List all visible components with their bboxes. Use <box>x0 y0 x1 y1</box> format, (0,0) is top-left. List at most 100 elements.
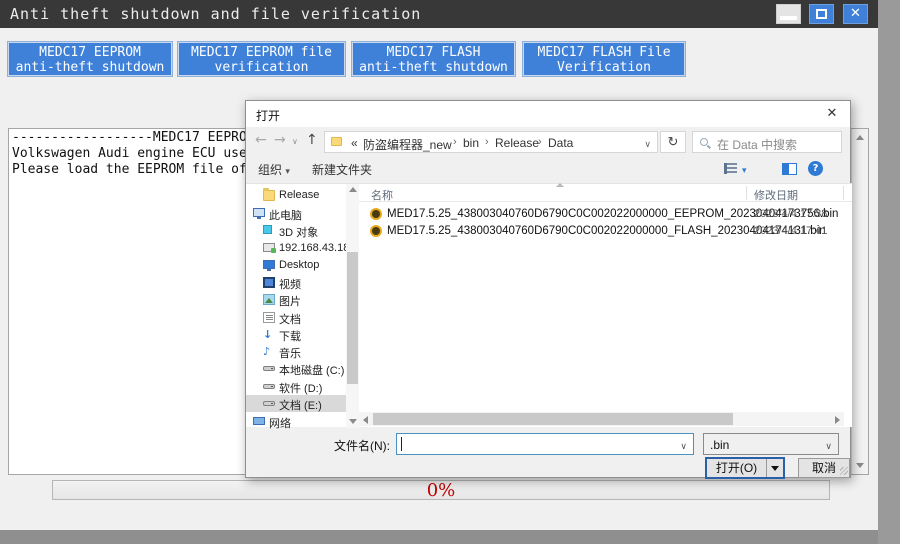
cube-icon <box>263 225 272 234</box>
resize-grip[interactable] <box>840 467 848 475</box>
scrollbar-thumb[interactable] <box>347 252 358 384</box>
folder-icon <box>331 137 342 146</box>
dialog-close-button[interactable]: ✕ <box>822 105 842 123</box>
open-button[interactable]: 打开(O) <box>705 457 785 479</box>
dialog-toolbar: 组织 ▾ 新建文件夹 ▾ ? <box>246 157 850 181</box>
open-dropdown-icon[interactable] <box>766 459 783 477</box>
filename-label: 文件名(N): <box>334 439 390 453</box>
address-dropdown-icon[interactable]: ∨ <box>644 139 651 150</box>
sidebar-item-videos[interactable]: 视频 <box>246 274 346 291</box>
scroll-left-icon[interactable] <box>363 416 368 424</box>
horizontal-scrollbar[interactable] <box>359 412 844 426</box>
refresh-icon: ↻ <box>667 134 679 149</box>
desktop-background <box>0 530 878 544</box>
filename-input[interactable]: ∨ <box>396 433 694 455</box>
picture-icon <box>263 294 275 305</box>
sidebar-item-disk-c[interactable]: 本地磁盘 (C:) <box>246 360 346 377</box>
sidebar-item-disk-d[interactable]: 软件 (D:) <box>246 378 346 395</box>
computer-icon <box>253 208 265 219</box>
breadcrumb-separator: › <box>538 136 542 148</box>
close-icon: ✕ <box>850 6 861 21</box>
button-label: anti-theft shutdown <box>359 60 508 75</box>
search-input[interactable]: 在 Data 中搜索 <box>692 131 842 153</box>
breadcrumb-prefix: « <box>351 136 358 150</box>
maximize-icon <box>816 9 827 19</box>
medc17-eeprom-shutdown-button[interactable]: MEDC17 EEPROM anti-theft shutdown <box>8 42 172 76</box>
sidebar-item-network[interactable]: 网络 <box>246 413 346 430</box>
button-label: MEDC17 FLASH <box>386 45 481 60</box>
scroll-right-icon[interactable] <box>835 416 840 424</box>
network-icon <box>253 417 265 425</box>
breadcrumb-item[interactable]: Release <box>495 136 539 150</box>
caret-down-icon: ▾ <box>285 166 290 176</box>
sidebar-item-downloads[interactable]: ↓ 下载 <box>246 326 346 343</box>
column-name[interactable]: 名称 <box>371 187 393 203</box>
sort-asc-icon <box>556 183 564 187</box>
preview-pane-icon[interactable] <box>782 163 797 175</box>
medc17-eeprom-verify-button[interactable]: MEDC17 EEPROM file verification <box>178 42 345 76</box>
disk-icon <box>263 366 275 371</box>
button-label: MEDC17 FLASH File <box>537 45 671 60</box>
search-placeholder: 在 Data 中搜索 <box>717 138 798 152</box>
sidebar-item-release[interactable]: Release <box>246 187 346 204</box>
chevron-down-icon[interactable]: ∨ <box>680 441 687 452</box>
app-titlebar: Anti theft shutdown and file verificatio… <box>0 0 878 28</box>
sidebar-item-music[interactable]: ♪ 音乐 <box>246 343 346 360</box>
medc17-flash-verify-button[interactable]: MEDC17 FLASH File Verification <box>523 42 685 76</box>
button-label: verification <box>214 60 309 75</box>
log-scrollbar[interactable] <box>851 129 868 474</box>
breadcrumb-item[interactable]: Data <box>548 136 573 150</box>
close-button[interactable]: ✕ <box>843 4 868 24</box>
scroll-down-icon[interactable] <box>856 463 864 468</box>
column-divider <box>843 186 844 200</box>
view-list-icon[interactable] <box>724 163 737 174</box>
disk-icon <box>263 401 275 406</box>
refresh-button[interactable]: ↻ <box>660 131 686 153</box>
maximize-button[interactable] <box>809 4 834 24</box>
close-icon: ✕ <box>826 106 838 121</box>
sidebar-item-pictures[interactable]: 图片 <box>246 291 346 308</box>
sidebar-item-network-host[interactable]: 192.168.43.187 <box>246 240 355 257</box>
scrollbar-thumb[interactable] <box>373 413 733 425</box>
scroll-up-icon[interactable] <box>856 135 864 140</box>
new-folder-button[interactable]: 新建文件夹 <box>312 161 372 178</box>
app-title: Anti theft shutdown and file verificatio… <box>10 5 422 23</box>
sidebar-item-disk-e[interactable]: 文档 (E:) <box>246 395 346 412</box>
forward-icon[interactable]: → <box>274 132 286 148</box>
scroll-up-icon[interactable] <box>349 187 357 192</box>
button-label: Verification <box>557 60 651 75</box>
file-date: 2023/4/4 17:41 <box>754 225 828 237</box>
medc17-flash-shutdown-button[interactable]: MEDC17 FLASH anti-theft shutdown <box>352 42 515 76</box>
sidebar-scrollbar[interactable] <box>346 184 359 428</box>
text-caret <box>401 437 402 451</box>
download-icon: ↓ <box>263 328 273 341</box>
dialog-title: 打开 <box>256 109 281 123</box>
sidebar-item-documents[interactable]: 文档 <box>246 309 346 326</box>
column-date[interactable]: 修改日期 <box>754 187 798 203</box>
breadcrumb-item[interactable]: bin <box>463 136 479 150</box>
sidebar-item-this-pc[interactable]: 此电脑 <box>246 205 346 222</box>
organize-menu[interactable]: 组织 ▾ <box>258 161 290 178</box>
history-chevron-icon[interactable]: ∨ <box>292 137 298 146</box>
filetype-select[interactable]: .bin ∨ <box>703 433 839 455</box>
help-icon[interactable]: ? <box>808 161 823 176</box>
open-file-dialog: 打开 ✕ ← → ∨ ↑ « 防盗编程器_new › bin › Release… <box>245 100 852 479</box>
view-caret-icon[interactable]: ▾ <box>742 165 747 176</box>
back-icon[interactable]: ← <box>255 132 267 148</box>
sidebar-item-3d-objects[interactable]: 3D 对象 <box>246 222 346 239</box>
progress-bar: 0% <box>52 480 830 500</box>
up-icon[interactable]: ↑ <box>306 132 318 148</box>
column-divider <box>746 186 747 200</box>
sidebar-item-desktop[interactable]: Desktop <box>246 257 346 274</box>
scroll-down-icon[interactable] <box>349 419 357 424</box>
breadcrumb-item[interactable]: 防盗编程器_new <box>363 136 452 153</box>
breadcrumb-separator: › <box>453 136 457 148</box>
minimize-button[interactable] <box>776 4 801 24</box>
file-date: 2023/4/4 17:38 <box>754 208 828 220</box>
file-row[interactable]: MED17.5.25_438003040760D6790C0C002022000… <box>359 206 852 223</box>
address-bar[interactable]: « 防盗编程器_new › bin › Release › Data ∨ <box>324 131 658 153</box>
file-row[interactable]: MED17.5.25_438003040760D6790C0C002022000… <box>359 223 852 240</box>
monitor-icon <box>263 260 275 271</box>
organize-label: 组织 <box>258 163 283 177</box>
search-icon <box>700 138 708 146</box>
